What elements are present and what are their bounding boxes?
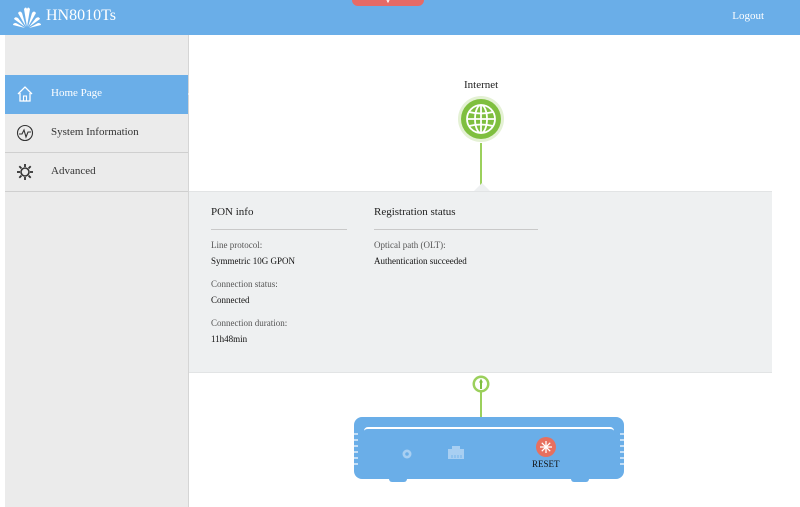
main-content: Internet PON info Line protocol: Symmetr…	[189, 35, 772, 507]
line-protocol-label: Line protocol:	[211, 240, 263, 250]
pon-info-divider	[211, 229, 347, 230]
sidebar-item-home-page[interactable]: Home Page	[5, 75, 196, 114]
huawei-logo	[13, 7, 41, 28]
ont-front-panel: RESET	[364, 427, 614, 477]
ont-device: RESET	[353, 417, 625, 479]
sidebar-item-label: Advanced	[51, 165, 96, 177]
vent-right	[620, 433, 625, 465]
ethernet-port-icon[interactable]	[446, 441, 466, 461]
registration-status-title: Registration status	[374, 206, 456, 218]
sidebar: Home Page System Information Advanced	[5, 35, 196, 507]
internet-label: Internet	[464, 79, 499, 91]
registration-divider	[374, 229, 538, 230]
sidebar-item-advanced[interactable]: Advanced	[5, 153, 188, 192]
panel-notch	[474, 183, 490, 191]
device-foot-right	[571, 477, 589, 482]
home-icon	[17, 86, 33, 102]
line-protocol-value: Symmetric 10G GPON	[211, 256, 295, 266]
device-foot-left	[389, 477, 407, 482]
vent-left	[353, 433, 358, 465]
reset-button[interactable]	[536, 437, 556, 457]
reset-label: RESET	[532, 459, 560, 469]
status-panel: PON info Line protocol: Symmetric 10G GP…	[189, 191, 772, 373]
sidebar-item-label: System Information	[51, 126, 139, 138]
reset-icon	[540, 441, 552, 453]
pulse-icon	[16, 124, 34, 142]
fiber-line	[480, 391, 482, 417]
uplink-line	[480, 143, 482, 187]
connection-duration-label: Connection duration:	[211, 318, 288, 328]
power-port-icon	[402, 449, 412, 459]
optical-path-value: Authentication succeeded	[374, 256, 467, 266]
gear-icon	[17, 164, 33, 180]
top-bar: HN8010Ts Logout	[0, 0, 800, 35]
globe-icon[interactable]	[457, 95, 505, 143]
connection-status-label: Connection status:	[211, 279, 278, 289]
connection-status-value: Connected	[211, 295, 250, 305]
right-gutter	[772, 35, 800, 507]
device-model: HN8010Ts	[46, 7, 116, 24]
alert-tab[interactable]	[352, 0, 424, 6]
connection-duration-value: 11h48min	[211, 334, 248, 344]
sidebar-item-label: Home Page	[51, 87, 103, 99]
logout-link[interactable]: Logout	[732, 10, 764, 22]
alert-icon	[386, 0, 390, 4]
pon-info-title: PON info	[211, 206, 254, 218]
sidebar-item-system-information[interactable]: System Information	[5, 114, 188, 153]
optical-path-label: Optical path (OLT):	[374, 240, 446, 250]
